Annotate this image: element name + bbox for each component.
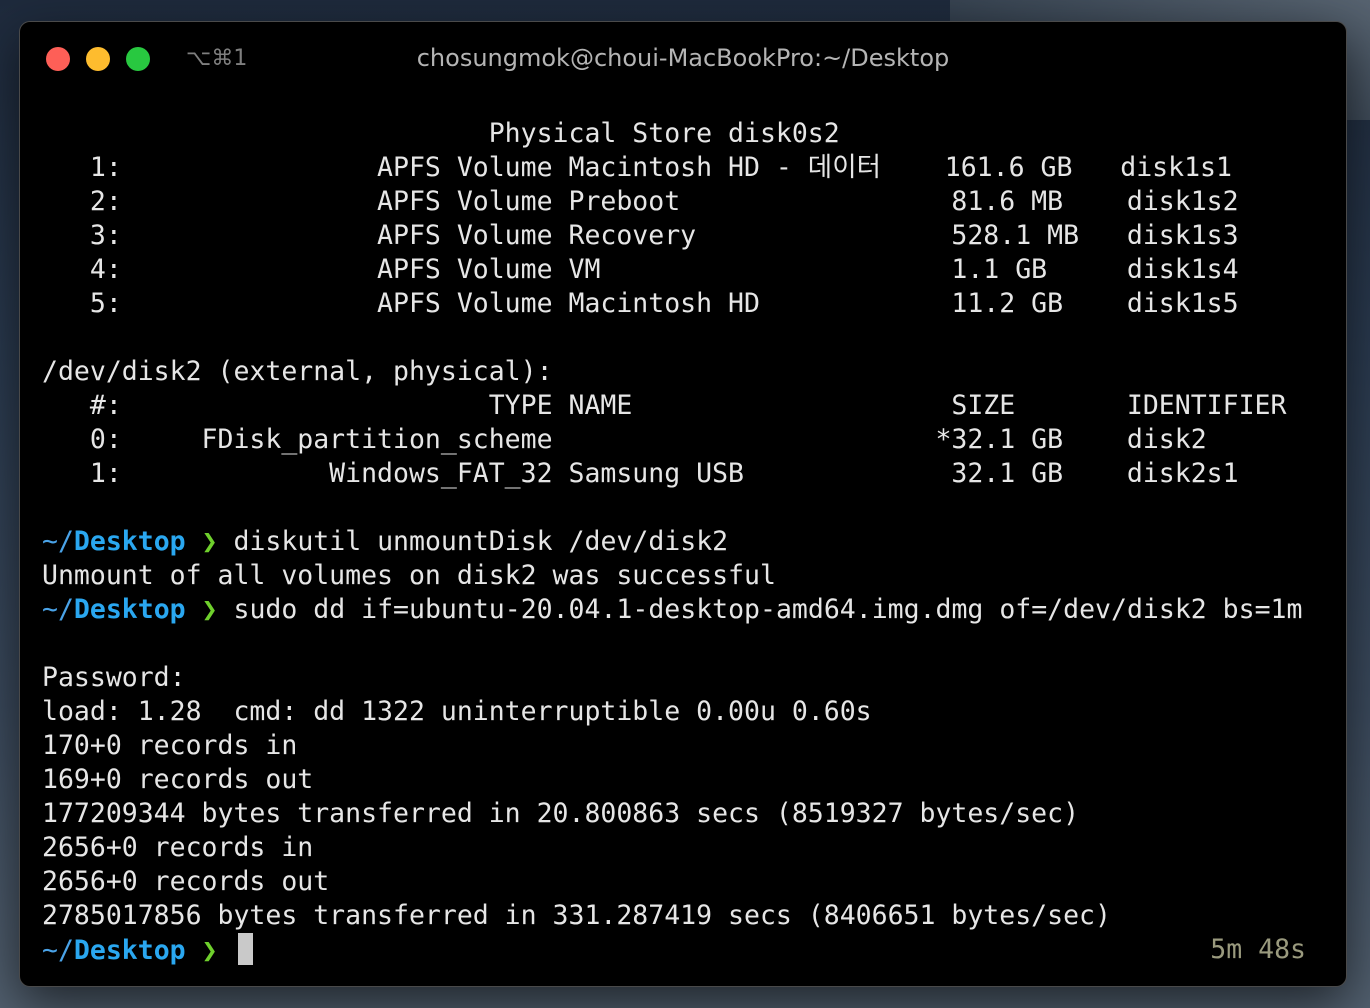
text-cursor (237, 933, 253, 965)
prompt-arrow-icon: ❯ (201, 594, 218, 625)
terminal-output[interactable]: Physical Store disk0s2 1: APFS Volume Ma… (42, 117, 1324, 967)
output-line: Unmount of all volumes on disk2 was succ… (42, 560, 776, 591)
output-line: 170+0 records in (42, 730, 298, 761)
output-line: 2656+0 records out (42, 866, 330, 897)
output-line: /dev/disk2 (external, physical): (42, 356, 553, 387)
prompt-home-path: ~/ (42, 935, 74, 966)
prompt-home-path: ~/ (42, 526, 74, 557)
prompt-arrow-icon: ❯ (201, 935, 218, 966)
output-line: load: 1.28 cmd: dd 1322 uninterruptible … (42, 696, 872, 727)
output-line: #: TYPE NAME SIZE IDENTIFIER (42, 390, 1287, 421)
output-line: 177209344 bytes transferred in 20.800863… (42, 798, 1080, 829)
command-line: ~/Desktop ❯ sudo dd if=ubuntu-20.04.1-de… (42, 593, 1324, 627)
current-prompt-line[interactable]: ~/Desktop ❯ 5m 48s (42, 933, 1324, 967)
output-line: 169+0 records out (42, 764, 314, 795)
output-line: 2656+0 records in (42, 832, 314, 863)
prompt-directory: Desktop (73, 526, 186, 557)
window-title: chosungmok@choui-MacBookPro:~/Desktop (416, 44, 950, 72)
output-line: 3: APFS Volume Recovery 528.1 MB disk1s3 (42, 220, 1239, 251)
command-text: diskutil unmountDisk /dev/disk2 (233, 526, 729, 557)
output-line: 2: APFS Volume Preboot 81.6 MB disk1s2 (42, 186, 1239, 217)
command-text: sudo dd if=ubuntu-20.04.1-desktop-amd64.… (233, 594, 1303, 625)
command-line: ~/Desktop ❯ diskutil unmountDisk /dev/di… (42, 525, 1324, 559)
prompt-directory: Desktop (73, 594, 186, 625)
prompt-arrow-icon: ❯ (201, 526, 218, 557)
output-line: 1: APFS Volume Macintosh HD - 데이터 161.6 … (42, 152, 1232, 183)
output-line: 5: APFS Volume Macintosh HD 11.2 GB disk… (42, 288, 1239, 319)
command-elapsed-time: 5m 48s (1210, 934, 1306, 965)
prompt-directory: Desktop (73, 935, 186, 966)
output-line: 0: FDisk_partition_scheme *32.1 GB disk2 (42, 424, 1207, 455)
terminal-window[interactable]: ⌥⌘1 chosungmok@choui-MacBookPro:~/Deskto… (19, 21, 1347, 987)
prompt-home-path: ~/ (42, 594, 74, 625)
output-line: 4: APFS Volume VM 1.1 GB disk1s4 (42, 254, 1239, 285)
title-bar[interactable]: ⌥⌘1 chosungmok@choui-MacBookPro:~/Deskto… (20, 22, 1346, 96)
output-line: Physical Store disk0s2 (42, 118, 840, 149)
output-line: 2785017856 bytes transferred in 331.2874… (42, 900, 1111, 931)
output-line: 1: Windows_FAT_32 Samsung USB 32.1 GB di… (42, 458, 1239, 489)
output-line: Password: (42, 662, 186, 693)
